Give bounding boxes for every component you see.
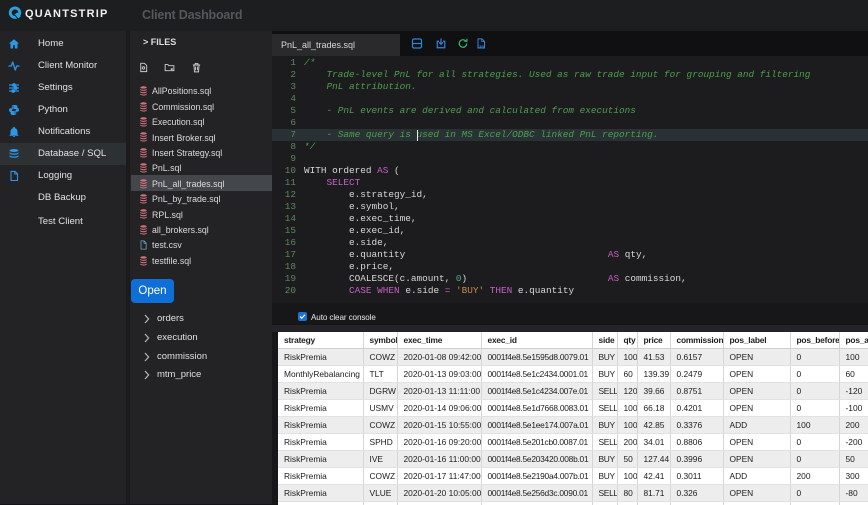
- svg-text:csv: csv: [478, 44, 485, 49]
